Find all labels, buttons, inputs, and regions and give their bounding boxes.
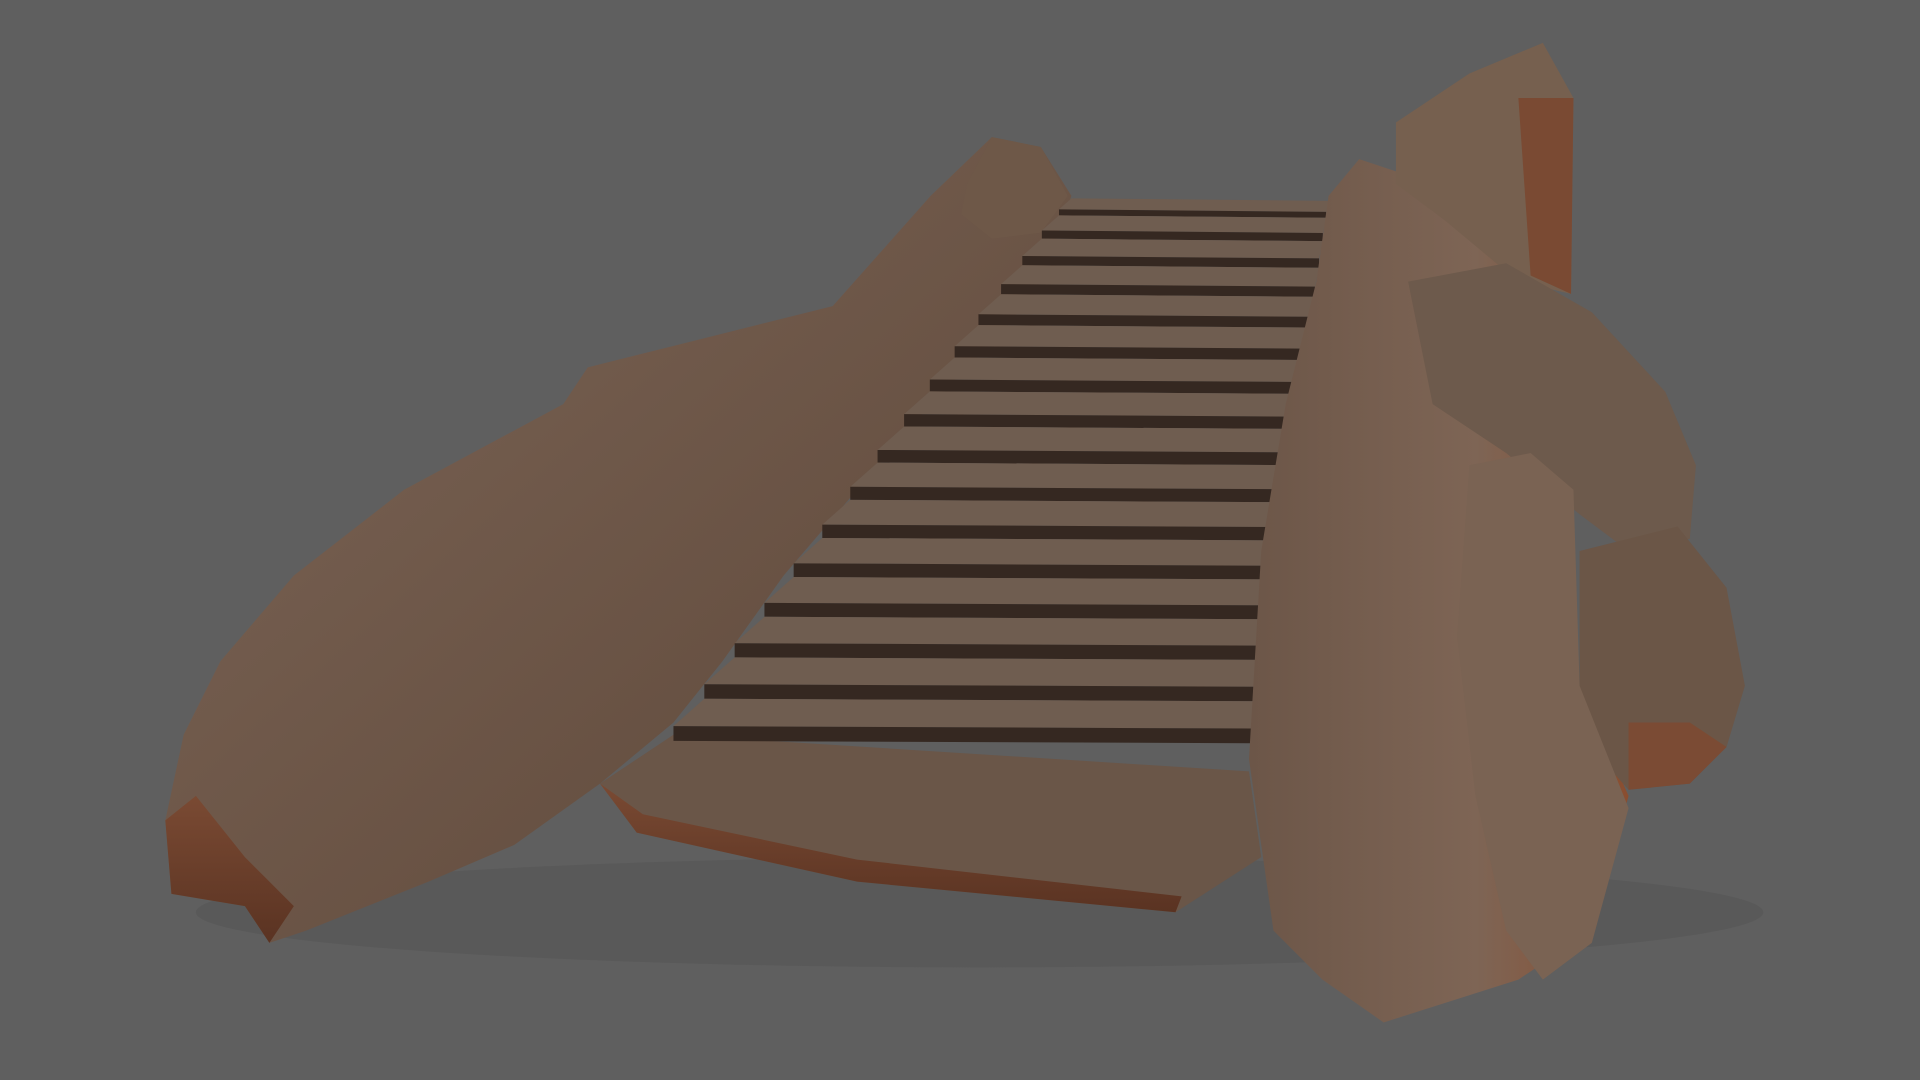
stair-tread: [1022, 238, 1323, 259]
stair-tread: [978, 294, 1315, 317]
stair-riser: [904, 414, 1297, 429]
stair-riser: [673, 726, 1252, 744]
stair-tread: [904, 391, 1302, 417]
stair-riser: [877, 449, 1291, 466]
stair-tread: [929, 357, 1306, 382]
stair-riser: [704, 684, 1258, 702]
stair-riser: [822, 524, 1281, 541]
stair-tread: [822, 499, 1286, 528]
stair-tread: [954, 325, 1311, 349]
stair-riser: [793, 563, 1275, 580]
stone-staircase-render: [0, 0, 1920, 1080]
stair-tread: [734, 616, 1270, 646]
stair-tread: [793, 537, 1281, 566]
stair-tread: [877, 426, 1297, 453]
stair-tread: [704, 657, 1264, 687]
stair-tread: [764, 576, 1275, 606]
stair-riser: [929, 379, 1302, 394]
stair-tread: [1001, 265, 1320, 287]
stair-riser: [850, 486, 1286, 503]
stair-tread: [850, 462, 1291, 490]
stair-riser: [734, 643, 1264, 660]
stair-riser: [764, 602, 1270, 620]
stair-tread: [1041, 215, 1327, 233]
stair-tread: [673, 698, 1258, 729]
